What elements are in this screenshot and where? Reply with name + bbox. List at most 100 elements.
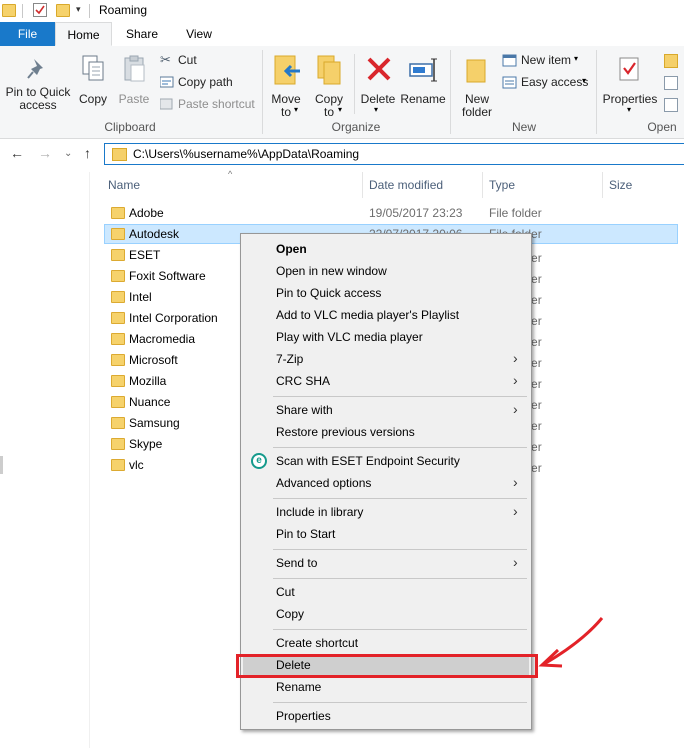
menu-item-vlc-play[interactable]: Play with VLC media player — [243, 326, 529, 348]
new-folder-icon — [466, 59, 486, 83]
copy-button[interactable]: Copy — [76, 52, 110, 118]
file-type-peek: File folderFile folderFile folderFile fo… — [532, 251, 542, 475]
paste-button[interactable]: Paste — [116, 52, 152, 118]
new-item-button[interactable]: New item ▾ — [502, 52, 592, 70]
pin-label-line2: access — [19, 98, 57, 112]
copy-to-button[interactable]: Copy to ▾ — [310, 52, 348, 119]
file-name: ESET — [129, 248, 161, 262]
copy-path-icon — [160, 76, 174, 88]
paste-shortcut-label: Paste shortcut — [178, 97, 255, 111]
move-to-label-line2: to — [280, 105, 291, 119]
menu-item-label: Include in library — [276, 505, 364, 519]
group-divider — [262, 50, 263, 134]
menu-item-label: Play with VLC media player — [276, 330, 423, 344]
folder-icon — [111, 417, 125, 429]
column-divider[interactable] — [602, 172, 603, 198]
folder-icon — [111, 459, 125, 471]
scissors-icon: ✂ — [160, 52, 171, 67]
menu-item-vlc-playlist[interactable]: Add to VLC media player's Playlist — [243, 304, 529, 326]
file-name: Adobe — [129, 206, 164, 220]
up-arrow-icon[interactable]: ↑ — [84, 145, 91, 161]
recent-locations-chevron-icon[interactable]: ⌄ — [64, 148, 72, 159]
file-date: 19/05/2017 23:23 — [369, 206, 463, 220]
pin-to-quick-access-button[interactable]: Pin to Quick access — [2, 52, 74, 118]
menu-item-label: Create shortcut — [276, 636, 359, 650]
chevron-right-icon: › — [513, 350, 518, 366]
new-folder-quick-icon[interactable] — [56, 4, 70, 17]
folder-icon — [111, 333, 125, 345]
new-folder-button[interactable]: New folder — [456, 52, 498, 119]
menu-item-pin-quick-access[interactable]: Pin to Quick access — [243, 282, 529, 304]
menu-item-7zip[interactable]: 7-Zip › — [243, 348, 529, 370]
tab-share[interactable]: Share — [112, 22, 172, 46]
menu-item-label: Open in new window — [276, 264, 387, 278]
copy-path-button[interactable]: Copy path — [158, 74, 258, 92]
column-name[interactable]: Name — [108, 178, 140, 192]
column-date-modified[interactable]: Date modified — [369, 178, 443, 192]
pin-icon — [27, 59, 43, 79]
menu-item-pin-start[interactable]: Pin to Start — [243, 523, 529, 545]
menu-item-open[interactable]: Open — [243, 238, 529, 260]
delete-button[interactable]: Delete ▾ — [358, 52, 398, 118]
column-type[interactable]: Type — [489, 178, 515, 192]
cut-button[interactable]: ✂ Cut — [158, 52, 258, 70]
menu-item-label: Pin to Quick access — [276, 286, 382, 300]
move-to-button[interactable]: Move to ▾ — [268, 52, 304, 119]
column-size[interactable]: Size — [609, 178, 632, 192]
type-column-peek: File folderFile folderFile folderFile fo… — [532, 245, 552, 475]
menu-item-advanced-options[interactable]: Advanced options › — [243, 472, 529, 494]
menu-item-label: Advanced options — [276, 476, 372, 490]
folder-icon — [111, 312, 125, 324]
ribbon: Pin to Quick access Copy Paste ✂ Cut Cop… — [0, 46, 684, 139]
edit-icon[interactable] — [664, 76, 678, 90]
menu-item-label: CRC SHA — [276, 374, 331, 388]
folder-icon — [111, 207, 125, 219]
rename-label: Rename — [400, 92, 446, 106]
easy-access-label: Easy access — [521, 75, 589, 89]
menu-item-label: Add to VLC media player's Playlist — [276, 308, 460, 322]
column-divider[interactable] — [362, 172, 363, 198]
history-icon[interactable] — [664, 98, 678, 112]
chevron-right-icon: › — [513, 554, 518, 570]
new-group-label: New — [511, 120, 536, 134]
menu-item-cut[interactable]: Cut — [243, 581, 529, 603]
divider — [22, 4, 23, 18]
menu-separator — [273, 498, 527, 499]
menu-item-create-shortcut[interactable]: Create shortcut — [243, 632, 529, 654]
menu-item-include-library[interactable]: Include in library › — [243, 501, 529, 523]
menu-item-restore-versions[interactable]: Restore previous versions — [243, 421, 529, 443]
tab-view[interactable]: View — [172, 22, 226, 46]
back-arrow-icon[interactable]: ← — [10, 145, 24, 161]
easy-access-button[interactable]: Easy access ▾ — [502, 74, 592, 92]
menu-item-crc-sha[interactable]: CRC SHA › — [243, 370, 529, 392]
menu-item-properties[interactable]: Properties — [243, 705, 529, 727]
address-row: ← → ⌄ ↑ C:\Users\%username%\AppData\Roam… — [0, 139, 684, 171]
cut-label: Cut — [178, 53, 197, 67]
menu-item-share-with[interactable]: Share with › — [243, 399, 529, 421]
menu-item-open-new-window[interactable]: Open in new window — [243, 260, 529, 282]
rename-button[interactable]: Rename — [400, 52, 446, 118]
open-group-label: Open — [647, 120, 677, 134]
copy-path-label: Copy path — [178, 75, 233, 89]
menu-item-send-to[interactable]: Send to › — [243, 552, 529, 574]
chevron-right-icon: › — [513, 401, 518, 417]
properties-quick-icon[interactable] — [33, 3, 47, 17]
paste-shortcut-button[interactable]: Paste shortcut — [158, 96, 258, 114]
column-headers: ^ Name Date modified Type Size — [104, 169, 684, 198]
menu-item-copy[interactable]: Copy — [243, 603, 529, 625]
chevron-right-icon: › — [513, 503, 518, 519]
tab-home[interactable]: Home — [55, 22, 112, 46]
customize-quick-access-icon[interactable]: ▾ — [76, 4, 81, 15]
scrollbar-thumb[interactable] — [0, 456, 3, 474]
column-divider[interactable] — [482, 172, 483, 198]
tab-file[interactable]: File — [0, 22, 55, 46]
menu-item-eset-scan[interactable]: e Scan with ESET Endpoint Security — [243, 450, 529, 472]
folder-icon — [112, 148, 127, 161]
address-bar[interactable]: C:\Users\%username%\AppData\Roaming — [104, 143, 684, 165]
properties-button[interactable]: Properties ▾ — [600, 52, 660, 118]
file-row[interactable]: Adobe 19/05/2017 23:23 File folder — [104, 203, 678, 223]
forward-arrow-icon[interactable]: → — [38, 145, 52, 161]
red-arrow-icon — [538, 617, 604, 668]
open-icon[interactable] — [664, 54, 678, 68]
menu-item-rename[interactable]: Rename — [243, 676, 529, 698]
